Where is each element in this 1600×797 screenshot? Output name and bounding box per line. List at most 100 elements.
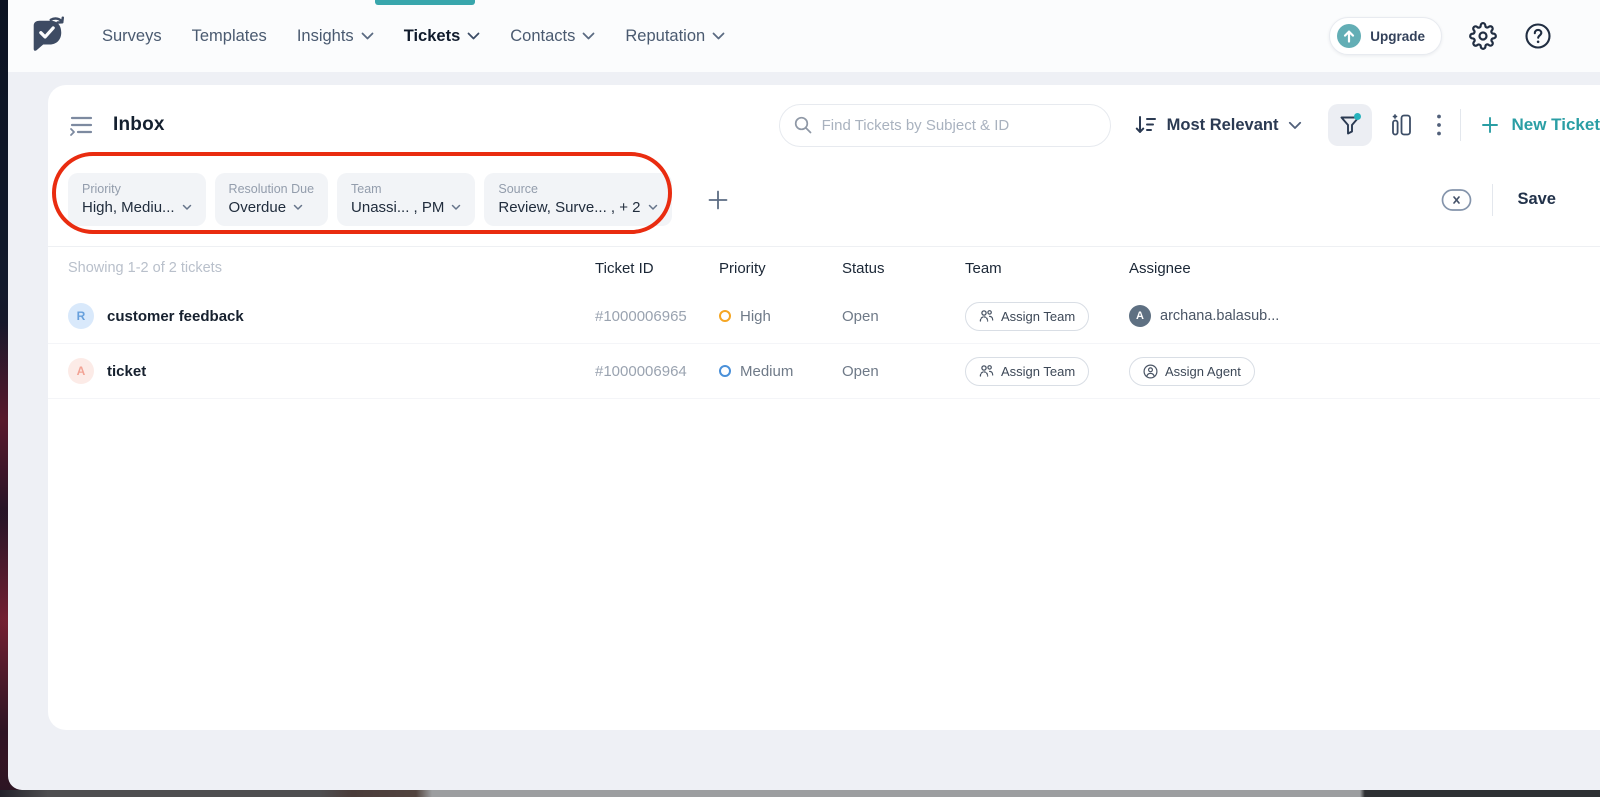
columns-icon (1390, 112, 1414, 138)
nav-item-reputation[interactable]: Reputation (625, 27, 725, 46)
chip-value: High, Mediu... (82, 199, 175, 216)
search-icon (794, 116, 812, 134)
table-row[interactable]: A ticket #1000006964 Medium Open Assign … (48, 344, 1600, 399)
nav-label: Insights (297, 27, 354, 46)
status-value: Open (842, 363, 965, 380)
nav-item-templates[interactable]: Templates (192, 27, 267, 46)
new-ticket-label: New Ticket (1511, 115, 1600, 135)
search-input[interactable] (779, 104, 1111, 147)
column-header-status: Status (842, 260, 965, 277)
tickets-count-summary: Showing 1-2 of 2 tickets (64, 260, 595, 276)
page-title: Inbox (113, 114, 165, 136)
column-header-assignee: Assignee (1129, 260, 1600, 277)
tickets-inbox-card: Inbox Most Relevant (48, 85, 1600, 730)
chip-value: Review, Surve... , + 2 (498, 199, 640, 216)
chip-label: Team (351, 182, 461, 196)
kebab-menu-icon (1436, 113, 1442, 137)
team-icon (979, 309, 994, 323)
ticket-search (779, 104, 1111, 147)
upgrade-arrow-icon (1337, 24, 1361, 48)
assign-team-label: Assign Team (1001, 364, 1075, 379)
horizontal-scrollbar[interactable] (0, 790, 1600, 797)
priority-medium-icon (719, 365, 731, 377)
chip-value: Overdue (229, 199, 287, 216)
sort-icon (1135, 115, 1157, 135)
column-header-team: Team (965, 260, 1129, 277)
ticket-avatar: R (68, 303, 94, 329)
filter-bar: Priority High, Mediu... Resolution Due O… (48, 165, 1600, 247)
save-filters-button[interactable]: Save (1517, 190, 1556, 209)
chevron-down-icon (582, 32, 595, 40)
assign-team-button[interactable]: Assign Team (965, 357, 1089, 386)
sidebar-toggle-icon[interactable] (68, 113, 95, 137)
sort-dropdown[interactable]: Most Relevant (1135, 115, 1303, 135)
sort-label: Most Relevant (1167, 116, 1279, 135)
chip-label: Resolution Due (229, 182, 314, 196)
nav-label: Reputation (625, 27, 705, 46)
nav-right-actions: Upgrade (1329, 17, 1552, 55)
app-window: Surveys Templates Insights Tickets Conta… (8, 0, 1600, 790)
nav-label: Contacts (510, 27, 575, 46)
assignee-name: archana.balasub... (1160, 308, 1279, 324)
top-navigation: Surveys Templates Insights Tickets Conta… (8, 0, 1600, 72)
priority-high-icon (719, 310, 731, 322)
assign-team-button[interactable]: Assign Team (965, 302, 1089, 331)
filter-chip-priority[interactable]: Priority High, Mediu... (68, 173, 206, 226)
more-options-button[interactable] (1436, 113, 1442, 137)
nav-label: Surveys (102, 27, 162, 46)
gear-icon[interactable] (1469, 22, 1497, 50)
add-filter-button[interactable] (707, 189, 729, 211)
chevron-down-icon (1288, 121, 1302, 130)
clear-x-icon (1441, 188, 1472, 212)
assign-agent-button[interactable]: Assign Agent (1129, 357, 1255, 386)
assign-agent-label: Assign Agent (1165, 364, 1241, 379)
status-value: Open (842, 308, 965, 325)
filter-actions: Save (1441, 184, 1556, 216)
clear-filters-button[interactable] (1441, 188, 1472, 212)
upgrade-label: Upgrade (1370, 29, 1425, 44)
column-header-ticket-id: Ticket ID (595, 260, 719, 277)
nav-label: Tickets (404, 27, 461, 46)
nav-item-surveys[interactable]: Surveys (102, 27, 162, 46)
chip-label: Source (498, 182, 657, 196)
customize-columns-button[interactable] (1390, 112, 1414, 138)
chevron-down-icon (648, 204, 658, 211)
assignee-avatar: A (1129, 305, 1151, 327)
surveysparrow-logo-icon[interactable] (28, 16, 66, 56)
chip-label: Priority (82, 182, 192, 196)
assign-team-label: Assign Team (1001, 309, 1075, 324)
new-ticket-button[interactable]: New Ticket (1481, 115, 1600, 135)
filter-chip-team[interactable]: Team Unassi... , PM (337, 173, 475, 226)
nav-items: Surveys Templates Insights Tickets Conta… (102, 27, 725, 46)
plus-icon (707, 189, 729, 211)
team-icon (979, 364, 994, 378)
upgrade-button[interactable]: Upgrade (1329, 17, 1442, 55)
active-tab-indicator (375, 0, 475, 5)
header-divider (1460, 109, 1461, 141)
chevron-down-icon (467, 32, 480, 40)
table-header: Showing 1-2 of 2 tickets Ticket ID Prior… (48, 247, 1600, 289)
table-row[interactable]: R customer feedback #1000006965 High Ope… (48, 289, 1600, 344)
chevron-down-icon (361, 32, 374, 40)
agent-icon (1143, 364, 1158, 379)
nav-item-contacts[interactable]: Contacts (510, 27, 595, 46)
help-icon[interactable] (1524, 22, 1552, 50)
nav-item-tickets[interactable]: Tickets (404, 27, 481, 46)
chevron-down-icon (712, 32, 725, 40)
ticket-id: #1000006964 (595, 363, 719, 380)
ticket-id: #1000006965 (595, 308, 719, 325)
column-header-priority: Priority (719, 260, 842, 277)
chevron-down-icon (182, 204, 192, 211)
chevron-down-icon (293, 204, 303, 211)
chevron-down-icon (451, 204, 461, 211)
chip-value: Unassi... , PM (351, 199, 444, 216)
nav-label: Templates (192, 27, 267, 46)
filter-chip-source[interactable]: Source Review, Surve... , + 2 (484, 173, 671, 226)
inbox-header: Inbox Most Relevant (48, 85, 1600, 165)
filter-button[interactable] (1328, 104, 1372, 146)
ticket-subject: customer feedback (107, 308, 244, 325)
filter-chip-resolution-due[interactable]: Resolution Due Overdue (215, 173, 328, 226)
plus-icon (1481, 116, 1499, 134)
filter-divider (1492, 184, 1493, 216)
nav-item-insights[interactable]: Insights (297, 27, 374, 46)
